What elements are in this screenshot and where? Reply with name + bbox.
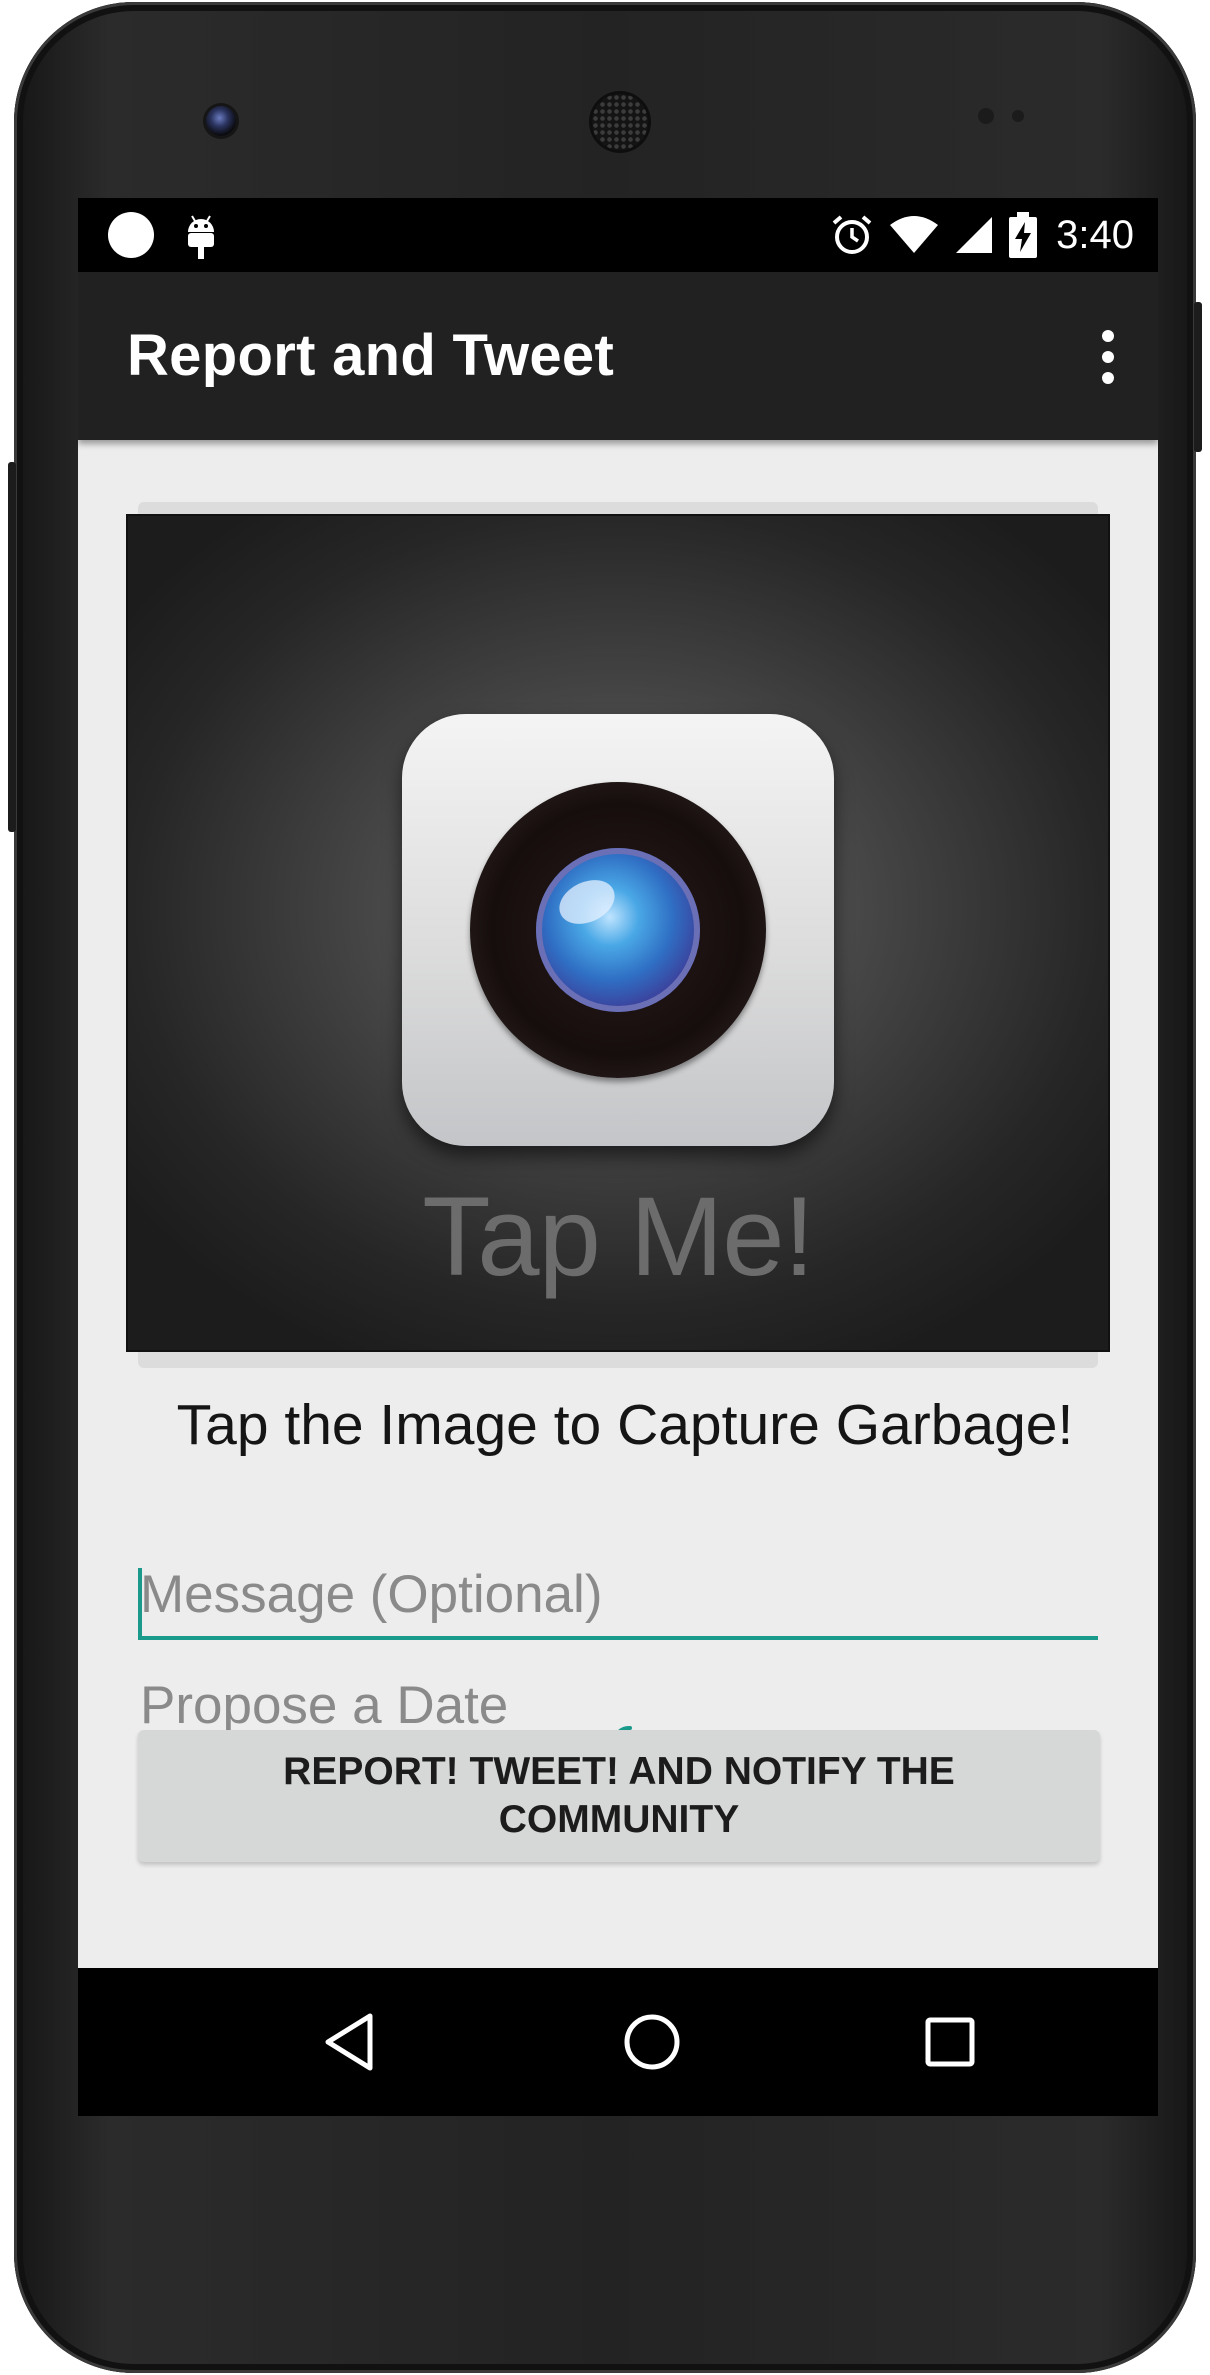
volume-button: [1194, 302, 1202, 452]
recents-button[interactable]: [914, 2006, 986, 2078]
recents-icon: [925, 2017, 975, 2067]
power-button: [8, 462, 16, 832]
message-placeholder: Message (Optional): [140, 1565, 603, 1624]
home-icon: [624, 2014, 680, 2070]
status-bar: 3:40: [78, 198, 1158, 272]
front-camera-icon: [206, 106, 236, 136]
app-bar: Report and Tweet: [78, 272, 1158, 440]
report-tweet-notify-label: REPORT! TWEET! AND NOTIFY THE COMMUNITY: [283, 1750, 955, 1841]
overflow-menu-icon: [1102, 330, 1114, 342]
app-title: Report and Tweet: [127, 323, 615, 388]
earpiece-speaker: [592, 94, 648, 150]
capture-image-button[interactable]: Tap Me!: [126, 514, 1110, 1352]
notification-dot-icon: [108, 212, 154, 258]
report-tweet-notify-button[interactable]: REPORT! TWEET! AND NOTIFY THE COMMUNITY: [138, 1730, 1100, 1862]
camera-lens: [470, 782, 766, 1078]
home-button[interactable]: [616, 2006, 688, 2078]
phone-frame: 3:40 Report and Tweet Tap Me! Tap the Im…: [8, 2, 1202, 2373]
screen: 3:40 Report and Tweet Tap Me! Tap the Im…: [78, 198, 1158, 2116]
message-field[interactable]: Message (Optional): [138, 1550, 1098, 1640]
wifi-icon: [890, 216, 939, 253]
back-button[interactable]: [314, 2006, 386, 2078]
alarm-icon: [832, 215, 872, 254]
back-icon: [325, 2013, 373, 2071]
proximity-sensor: [978, 108, 994, 124]
camera-icon: [402, 714, 834, 1146]
android-debug-icon: [188, 215, 214, 259]
cell-signal-icon: [956, 217, 993, 253]
tap-me-label: Tap Me!: [422, 1174, 814, 1299]
capture-instruction: Tap the Image to Capture Garbage!: [176, 1393, 1074, 1457]
battery-charging-icon: [1009, 212, 1038, 258]
overflow-menu-button[interactable]: [1098, 326, 1118, 386]
status-icons: 3:40: [830, 198, 1134, 272]
clock: 3:40: [1056, 212, 1134, 257]
light-sensor: [1012, 110, 1024, 122]
navigation-bar: [78, 1968, 1158, 2116]
